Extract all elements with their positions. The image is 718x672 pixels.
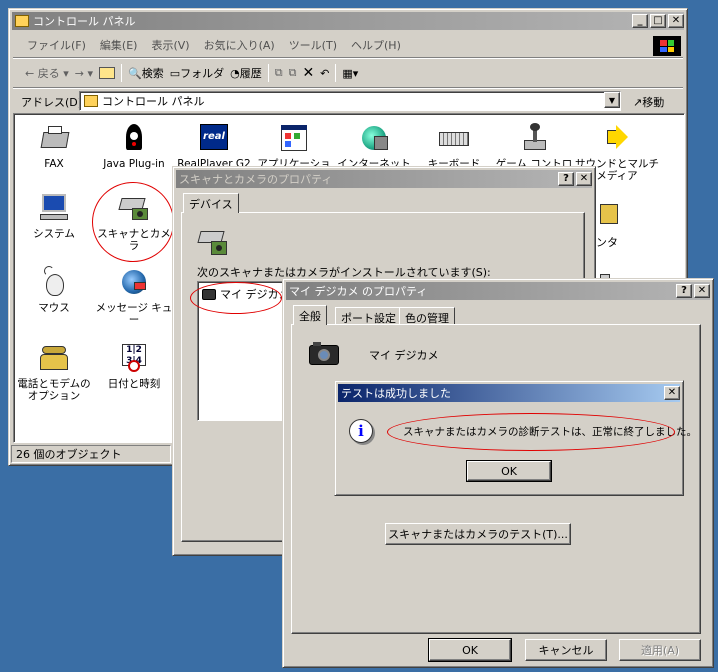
message-queue-icon [118,266,150,298]
menu-separator [13,57,683,59]
cancel-button[interactable]: キャンセル [525,639,607,661]
back-button[interactable]: ← 戻る ▾ [25,65,69,81]
test-success-title: テストは成功しました [341,387,451,400]
close-button[interactable]: ✕ [668,14,684,28]
close-button[interactable]: ✕ [576,172,592,186]
cp-item-game-controllers[interactable]: ゲーム コントロ [494,122,574,170]
device-name: マイ デジカメ [369,349,439,362]
menu-help[interactable]: ヘルプ(H) [351,37,401,53]
cp-item-message-queue[interactable]: メッセージ キュー [94,266,174,326]
address-label: アドレス(D) [21,96,83,109]
cp-item-date-time[interactable]: 1|23|4 日付と時刻 [94,342,174,390]
camera-properties-title: マイ デジカメ のプロパティ [289,285,428,298]
go-button[interactable]: ↗移動 [633,94,664,110]
camera-large-icon [309,341,341,365]
windows-logo [653,36,681,56]
history-button[interactable]: ◔履歴 [230,65,262,81]
control-panel-title: コントロール パネル [33,15,136,28]
folders-button[interactable]: ▭フォルダ [170,65,224,81]
menu-bar: ファイル(F) 編集(E) 表示(V) お気に入り(A) ツール(T) ヘルプ(… [13,35,643,55]
help-button[interactable]: ? [558,172,574,186]
control-panel-title-icon [15,15,29,27]
up-folder-icon[interactable] [99,67,115,79]
copy-to-icon[interactable]: ⧉ [289,66,297,80]
menu-favorites[interactable]: お気に入り(A) [204,37,275,53]
java-icon [118,122,150,154]
menu-view[interactable]: 表示(V) [151,37,189,53]
partial-item-label: ンタ [596,236,618,249]
test-success-dialog: テストは成功しました ✕ i スキャナまたはカメラの診断テストは、正常に終了しま… [334,380,697,496]
highlight-ellipse-scanner [92,182,174,262]
scanner-properties-title: スキャナとカメラのプロパティ [179,173,333,186]
apply-button[interactable]: 適用(A) [619,639,701,661]
forward-button[interactable]: → ▾ [75,67,93,80]
search-button[interactable]: 🔍検索 [128,65,164,81]
views-icon[interactable]: ▦▾ [342,67,358,80]
game-controller-icon [518,122,550,154]
help-button[interactable]: ? [676,284,692,298]
address-input[interactable]: コントロール パネル ▼ [79,91,621,111]
history-icon: ◔ [230,67,240,80]
cp-item-fax[interactable]: FAX [14,122,94,170]
phone-modem-icon [38,342,70,374]
cp-item-realplayer[interactable]: real RealPlayer G2 [174,122,254,170]
tab-general[interactable]: 全般 [293,305,327,325]
test-success-titlebar[interactable]: テストは成功しました ✕ [338,384,680,402]
test-scanner-button[interactable]: スキャナまたはカメラのテスト(T)... [385,523,571,545]
date-time-icon: 1|23|4 [118,342,150,374]
partial-item-icon [600,204,618,224]
delete-icon[interactable]: ✕ [302,65,314,81]
scanner-properties-titlebar[interactable]: スキャナとカメラのプロパティ ? ✕ [176,170,592,188]
fax-icon [38,122,70,154]
minimize-button[interactable]: _ [632,14,648,28]
cp-item-system[interactable]: システム [14,192,94,240]
tab-port-settings[interactable]: ポート設定 [335,307,402,325]
menu-edit[interactable]: 編集(E) [100,37,138,53]
move-to-icon[interactable]: ⧉ [275,66,283,80]
status-bar: 26 個のオブジェクト [11,445,171,463]
menu-tools[interactable]: ツール(T) [289,37,337,53]
undo-icon[interactable]: ↶ [320,67,329,80]
mouse-icon [38,266,70,298]
keyboard-icon [438,122,470,154]
go-arrow-icon: ↗ [633,96,643,109]
system-icon [38,192,70,224]
cp-item-java[interactable]: Java Plug-in [94,122,174,170]
test-ok-button[interactable]: OK [466,460,552,482]
ok-button[interactable]: OK [428,638,512,662]
control-panel-small-icon [84,95,98,107]
status-text: 26 個のオブジェクト [16,448,122,461]
tab-color-management[interactable]: 色の管理 [399,307,455,325]
address-bar: アドレス(D) コントロール パネル ▼ ↗移動 [13,89,685,113]
maximize-button[interactable]: □ [650,14,666,28]
cp-item-keyboard[interactable]: キーボード [414,122,494,170]
cp-item-mouse[interactable]: マウス [14,266,94,314]
search-icon: 🔍 [128,67,142,80]
folders-icon: ▭ [169,67,181,80]
control-panel-titlebar[interactable]: コントロール パネル _ □ ✕ [12,12,684,30]
close-button[interactable]: ✕ [664,386,680,400]
menu-file[interactable]: ファイル(F) [27,37,86,53]
applications-icon [278,122,310,154]
sound-icon [601,122,633,154]
internet-options-icon [358,122,390,154]
cp-item-phone-modem[interactable]: 電話とモデムのオプション [14,342,94,402]
address-dropdown-button[interactable]: ▼ [604,92,620,108]
camera-properties-titlebar[interactable]: マイ デジカメ のプロパティ ? ✕ [286,282,710,300]
highlight-ellipse-device [190,282,282,314]
highlight-ellipse-message [387,413,675,451]
back-arrow-icon: ← [25,67,35,80]
tab-devices[interactable]: デバイス [183,193,239,213]
toolbar: ← 戻る ▾ → ▾ 🔍検索 ▭フォルダ ◔履歴 ⧉ ⧉ ✕ ↶ ▦▾ [13,61,683,85]
close-button[interactable]: ✕ [694,284,710,298]
scanner-large-icon [197,225,233,259]
realplayer-icon: real [198,122,230,154]
info-icon: i [349,419,373,443]
